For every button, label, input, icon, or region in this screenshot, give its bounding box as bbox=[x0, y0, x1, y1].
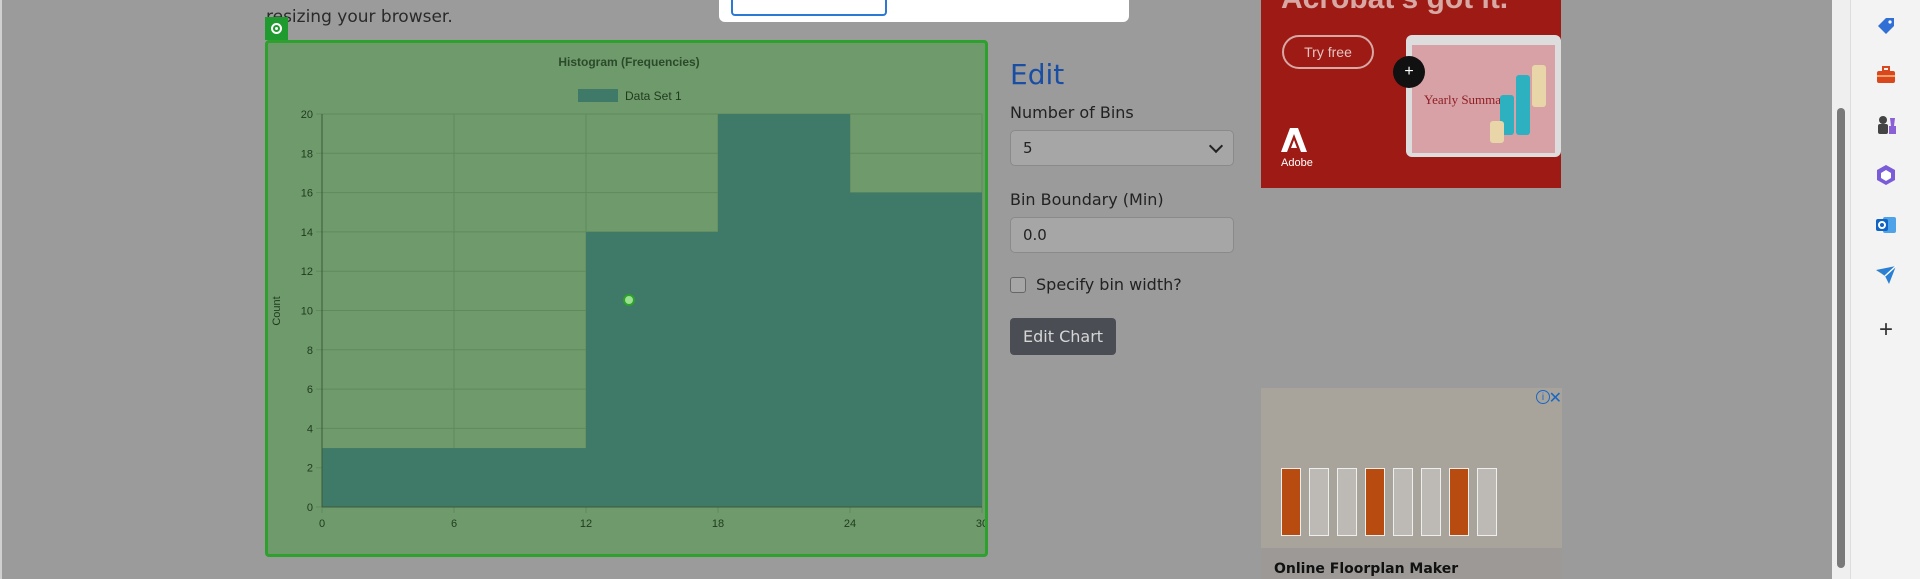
bin-width-checkbox[interactable] bbox=[1010, 276, 1026, 293]
laptop-image: Yearly Summary bbox=[1406, 35, 1561, 157]
x-tick-label: 0 bbox=[319, 518, 325, 530]
floorplan-title[interactable]: Online Floorplan Maker bbox=[1274, 561, 1458, 577]
send-icon[interactable] bbox=[1874, 263, 1898, 287]
browser-sidebar: + bbox=[1850, 0, 1920, 579]
edit-title: Edit bbox=[1010, 58, 1065, 91]
bins-value: 5 bbox=[1023, 139, 1033, 157]
floorplan-ad[interactable]: i ✕ Online Floorplan Maker bbox=[1261, 388, 1562, 579]
y-tick-label: 16 bbox=[301, 188, 313, 200]
acrobat-ad[interactable]: Acrobat's got it. Try free Yearly Summar… bbox=[1261, 0, 1561, 188]
boundary-value: 0.0 bbox=[1023, 226, 1047, 244]
x-tick-label: 30 bbox=[976, 518, 985, 530]
y-tick-label: 12 bbox=[301, 266, 313, 278]
histogram-bar bbox=[586, 231, 718, 507]
toolbar-popup[interactable] bbox=[719, 0, 1129, 22]
y-tick-label: 2 bbox=[307, 463, 313, 475]
adobe-logo-icon bbox=[1281, 128, 1309, 152]
left-border bbox=[0, 0, 2, 579]
chart-svg: 024681012141618200612182430Histogram (Fr… bbox=[271, 55, 985, 530]
x-tick-label: 6 bbox=[451, 518, 457, 530]
histogram-bar bbox=[850, 192, 982, 507]
y-tick-label: 4 bbox=[307, 423, 313, 435]
target-icon[interactable] bbox=[265, 17, 288, 40]
legend-label: Data Set 1 bbox=[625, 89, 682, 103]
histogram-bar bbox=[454, 448, 586, 507]
y-tick-label: 6 bbox=[307, 384, 313, 396]
y-tick-label: 10 bbox=[301, 306, 313, 318]
chess-icon[interactable] bbox=[1874, 113, 1898, 137]
legend-swatch bbox=[578, 89, 618, 102]
histogram-bar bbox=[322, 448, 454, 507]
scrollbar-thumb[interactable] bbox=[1837, 108, 1845, 568]
x-tick-label: 18 bbox=[712, 518, 724, 530]
expand-plus-icon[interactable]: + bbox=[1393, 56, 1425, 88]
ad-headline: Acrobat's got it. bbox=[1281, 0, 1508, 16]
bin-width-row[interactable]: Specify bin width? bbox=[1010, 275, 1236, 294]
bins-select[interactable]: 5 bbox=[1010, 130, 1234, 166]
bin-width-label: Specify bin width? bbox=[1036, 275, 1182, 294]
boundary-input[interactable]: 0.0 bbox=[1010, 217, 1234, 253]
chart-title: Histogram (Frequencies) bbox=[558, 55, 699, 69]
intro-text: resizing your browser. bbox=[266, 7, 453, 27]
cursor-marker-icon bbox=[623, 294, 635, 306]
briefcase-icon[interactable] bbox=[1874, 63, 1898, 87]
edit-panel: Edit Number of Bins 5 Bin Boundary (Min)… bbox=[1010, 58, 1236, 355]
bins-label: Number of Bins bbox=[1010, 103, 1134, 122]
popup-input[interactable] bbox=[731, 0, 887, 16]
outlook-icon[interactable] bbox=[1874, 213, 1898, 237]
edit-chart-button[interactable]: Edit Chart bbox=[1010, 318, 1117, 355]
ad-close-icon[interactable]: ✕ bbox=[1549, 388, 1562, 408]
adobe-brand-text: Adobe bbox=[1281, 157, 1313, 169]
yearly-summary-text: Yearly Summary bbox=[1424, 92, 1512, 107]
tag-icon[interactable] bbox=[1874, 14, 1898, 38]
y-tick-label: 8 bbox=[307, 345, 313, 357]
boundary-label: Bin Boundary (Min) bbox=[1010, 190, 1164, 209]
x-tick-label: 12 bbox=[580, 518, 592, 530]
y-tick-label: 18 bbox=[301, 148, 313, 160]
plus-icon[interactable]: + bbox=[1874, 316, 1898, 343]
y-tick-label: 14 bbox=[301, 227, 313, 239]
scrollbar[interactable] bbox=[1832, 0, 1850, 579]
histogram-chart[interactable]: 024681012141618200612182430Histogram (Fr… bbox=[265, 40, 988, 557]
y-axis-label: Count bbox=[271, 296, 283, 325]
copilot-icon[interactable] bbox=[1874, 163, 1898, 187]
floorplan-image bbox=[1261, 388, 1562, 548]
y-tick-label: 20 bbox=[301, 109, 313, 121]
chevron-down-icon bbox=[1208, 138, 1224, 153]
x-tick-label: 24 bbox=[844, 518, 856, 530]
y-tick-label: 0 bbox=[307, 502, 313, 514]
histogram-bar bbox=[718, 114, 850, 507]
try-free-button[interactable]: Try free bbox=[1282, 35, 1374, 69]
